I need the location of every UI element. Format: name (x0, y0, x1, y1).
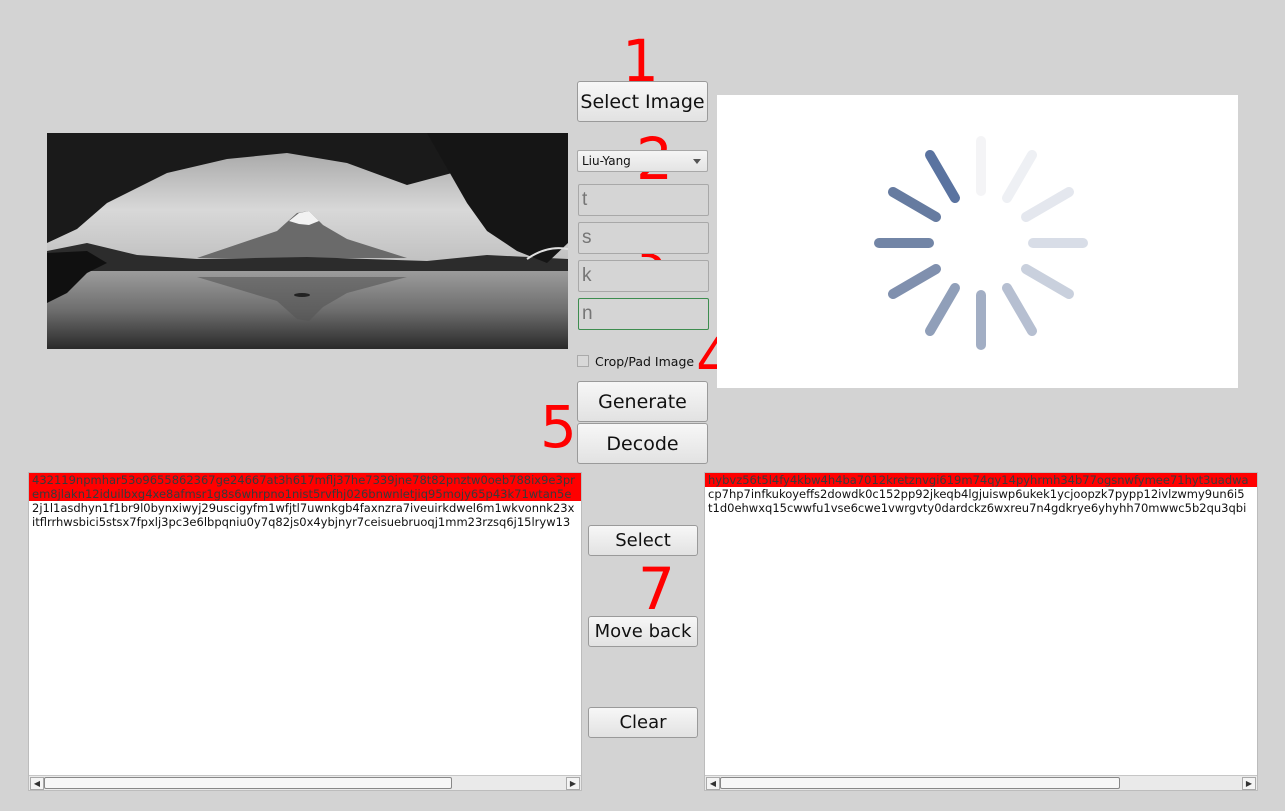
right-list-scroll-thumb[interactable] (720, 777, 1120, 789)
decode-button[interactable]: Decode (577, 423, 708, 464)
select-button[interactable]: Select (588, 525, 698, 556)
right-list-horizontal-scrollbar[interactable]: ◀ ▶ (705, 775, 1257, 790)
loading-spinner-icon (874, 136, 1088, 350)
generate-button[interactable]: Generate (577, 381, 708, 422)
chevron-down-icon (693, 158, 701, 164)
source-image-preview (47, 133, 568, 349)
select-image-button[interactable]: Select Image (577, 81, 708, 122)
clear-button[interactable]: Clear (588, 707, 698, 738)
scroll-right-icon[interactable]: ▶ (1242, 777, 1256, 790)
marker-5: 5 (540, 393, 577, 461)
list-item[interactable]: itflrrhwsbici5stsx7fpxlj3pc3e6lbpqniu0y7… (29, 515, 581, 529)
mountain-lake-image (47, 133, 568, 349)
crop-pad-checkbox[interactable] (577, 355, 589, 367)
move-back-button[interactable]: Move back (588, 616, 698, 647)
crop-pad-label: Crop/Pad Image (595, 353, 695, 369)
marker-7: 7 (638, 555, 675, 623)
left-list-horizontal-scrollbar[interactable]: ◀ ▶ (29, 775, 581, 790)
left-list-scroll-thumb[interactable] (44, 777, 452, 789)
list-item[interactable]: t1d0ehwxq15cwwfu1vse6cwe1vwrgvty0dardckz… (705, 501, 1257, 515)
list-item[interactable]: 432119npmhar53o9655862367ge24667at3h617m… (29, 473, 581, 487)
list-item[interactable]: cp7hp7infkukoyeffs2dowdk0c152pp92jkeqb4l… (705, 487, 1257, 501)
list-item[interactable]: em8jlakn12iduilbxg4xe8afmsr1g8s6whrpno1n… (29, 487, 581, 501)
algorithm-dropdown-value: Liu-Yang (582, 154, 631, 168)
field-k-input[interactable] (578, 260, 709, 292)
crop-pad-checkbox-row[interactable]: Crop/Pad Image (577, 353, 694, 369)
right-share-list[interactable]: hybvz56t5l4fy4kbw4h4ba7012kretznvgi619m7… (704, 472, 1258, 791)
scroll-left-icon[interactable]: ◀ (706, 777, 720, 790)
output-image-area (717, 95, 1238, 388)
scroll-left-icon[interactable]: ◀ (30, 777, 44, 790)
field-t-input[interactable] (578, 184, 709, 216)
list-item[interactable]: 2j1l1asdhyn1f1br9l0bynxiwyj29uscigyfm1wf… (29, 501, 581, 515)
list-item[interactable]: hybvz56t5l4fy4kbw4h4ba7012kretznvgi619m7… (705, 473, 1257, 487)
left-share-list[interactable]: 432119npmhar53o9655862367ge24667at3h617m… (28, 472, 582, 791)
field-n-input[interactable] (578, 298, 709, 330)
field-s-input[interactable] (578, 222, 709, 254)
algorithm-dropdown[interactable]: Liu-Yang (577, 150, 708, 172)
scroll-right-icon[interactable]: ▶ (566, 777, 580, 790)
